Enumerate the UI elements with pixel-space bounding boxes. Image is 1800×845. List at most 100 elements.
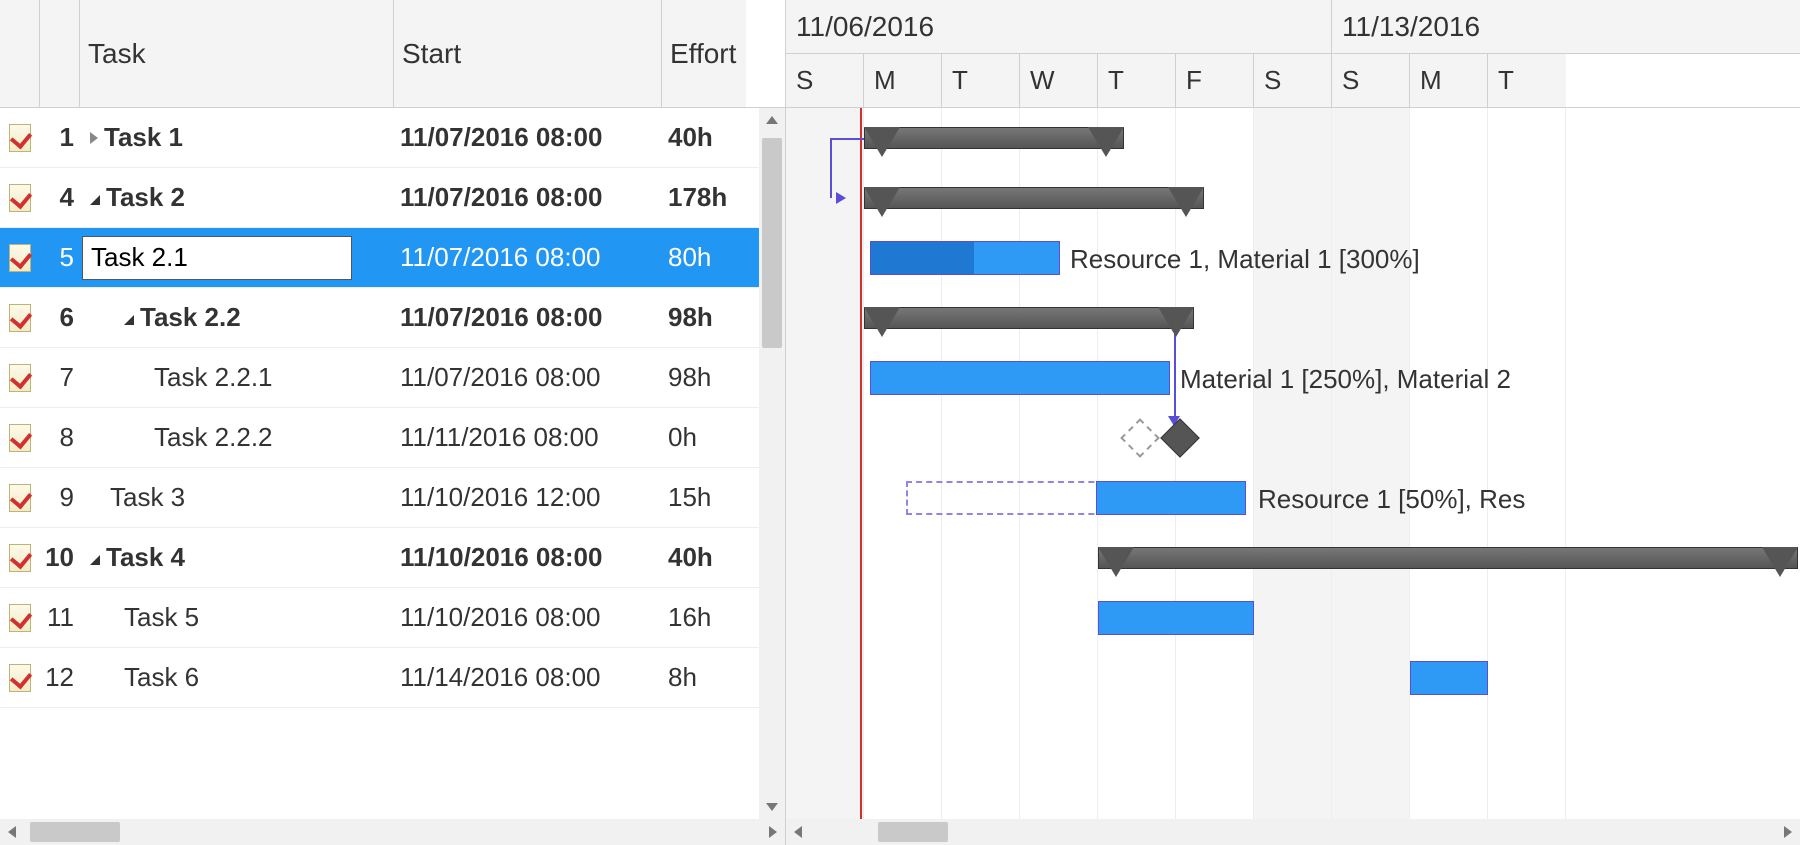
day-header[interactable]: S [1254,54,1332,107]
task-icon [9,364,31,392]
start-cell[interactable]: 11/10/2016 08:00 [394,602,662,633]
task-name: Task 3 [110,482,185,513]
scroll-up-icon[interactable] [759,108,785,132]
task-icon [9,484,31,512]
summary-bar[interactable] [864,307,1194,329]
scroll-right-icon[interactable] [1776,819,1800,845]
start-cell[interactable]: 11/07/2016 08:00 [394,242,662,273]
row-number: 11 [40,602,80,633]
day-header[interactable]: F [1176,54,1254,107]
table-row[interactable]: 12 Task 6 11/14/2016 08:00 8h [0,648,785,708]
day-header[interactable]: M [1410,54,1488,107]
day-header[interactable]: T [1488,54,1566,107]
task-icon [9,424,31,452]
start-cell[interactable]: 11/10/2016 12:00 [394,482,662,513]
col-header-task[interactable]: Task [80,0,394,107]
start-cell[interactable]: 11/14/2016 08:00 [394,662,662,693]
day-header[interactable]: S [1332,54,1410,107]
summary-bar[interactable] [864,127,1124,149]
col-header-icon[interactable] [0,0,40,107]
col-header-index[interactable] [40,0,80,107]
task-name: Task 1 [104,122,183,153]
task-name-editor[interactable] [82,236,352,280]
day-header[interactable]: T [1098,54,1176,107]
start-cell[interactable]: 11/07/2016 08:00 [394,122,662,153]
collapse-icon[interactable] [90,195,100,205]
effort-cell[interactable]: 15h [662,482,746,513]
task-bar-label: Resource 1 [50%], Res [1258,484,1525,515]
scroll-right-icon[interactable] [761,819,785,845]
table-row[interactable]: 9 Task 3 11/10/2016 12:00 15h [0,468,785,528]
effort-cell[interactable]: 8h [662,662,746,693]
expand-icon[interactable] [90,132,98,144]
task-icon [9,604,31,632]
task-icon [9,304,31,332]
scroll-thumb[interactable] [30,822,120,842]
start-cell[interactable]: 11/07/2016 08:00 [394,182,662,213]
task-bar[interactable] [1096,481,1246,515]
effort-cell[interactable]: 0h [662,422,746,453]
task-bar[interactable] [1098,601,1254,635]
table-row[interactable]: 10 Task 4 11/10/2016 08:00 40h [0,528,785,588]
day-header[interactable]: S [786,54,864,107]
effort-cell[interactable]: 98h [662,362,746,393]
task-bar[interactable] [870,361,1170,395]
scroll-down-icon[interactable] [759,795,785,819]
task-bar[interactable] [870,241,1060,275]
scroll-thumb[interactable] [762,138,782,348]
task-bar[interactable] [1410,661,1488,695]
row-number: 6 [40,302,80,333]
summary-bar[interactable] [864,187,1204,209]
table-row[interactable]: 11 Task 5 11/10/2016 08:00 16h [0,588,785,648]
scroll-left-icon[interactable] [0,819,24,845]
task-icon [9,664,31,692]
effort-cell[interactable]: 98h [662,302,746,333]
day-header[interactable]: M [864,54,942,107]
table-row[interactable]: 4 Task 2 11/07/2016 08:00 178h [0,168,785,228]
horizontal-scrollbar-left[interactable] [0,819,785,845]
scroll-thumb[interactable] [878,822,948,842]
task-name: Task 2.2 [140,302,241,333]
effort-cell[interactable]: 16h [662,602,746,633]
row-number: 9 [40,482,80,513]
row-number: 10 [40,542,80,573]
day-header[interactable]: T [942,54,1020,107]
effort-cell[interactable]: 80h [662,242,746,273]
start-cell[interactable]: 11/07/2016 08:00 [394,302,662,333]
week-header[interactable]: 11/06/2016 [786,0,1332,53]
start-cell[interactable]: 11/11/2016 08:00 [394,422,662,453]
table-row[interactable]: 1 Task 1 11/07/2016 08:00 40h [0,108,785,168]
collapse-icon[interactable] [90,555,100,565]
task-icon [9,124,31,152]
summary-bar[interactable] [1098,547,1798,569]
effort-cell[interactable]: 40h [662,122,746,153]
effort-cell[interactable]: 178h [662,182,746,213]
grid-body: 1 Task 1 11/07/2016 08:00 40h 4 Task 2 1… [0,108,785,819]
row-number: 4 [40,182,80,213]
grid-header: Task Start Effort [0,0,785,108]
task-name: Task 2.2.1 [154,362,273,393]
table-row[interactable]: 8 Task 2.2.2 11/11/2016 08:00 0h [0,408,785,468]
table-row[interactable]: 6 Task 2.2 11/07/2016 08:00 98h [0,288,785,348]
week-header[interactable]: 11/13/2016 [1332,0,1800,53]
col-header-start[interactable]: Start [394,0,662,107]
col-header-effort[interactable]: Effort [662,0,746,107]
task-bar-label: Resource 1, Material 1 [300%] [1070,244,1420,275]
task-name: Task 5 [124,602,199,633]
gantt-body[interactable]: Resource 1, Material 1 [300%] Material 1… [786,108,1800,819]
gantt-chart: 11/06/2016 11/13/2016 S M T W T F S S M … [786,0,1800,845]
start-cell[interactable]: 11/10/2016 08:00 [394,542,662,573]
task-icon [9,244,31,272]
table-row-selected[interactable]: 5 11/07/2016 08:00 80h [0,228,785,288]
timeline-header: 11/06/2016 11/13/2016 S M T W T F S S M … [786,0,1800,108]
horizontal-scrollbar-right[interactable] [786,819,1800,845]
vertical-scrollbar[interactable] [759,108,785,819]
collapse-icon[interactable] [124,315,134,325]
milestone-icon[interactable] [1160,418,1200,458]
start-cell[interactable]: 11/07/2016 08:00 [394,362,662,393]
task-name: Task 6 [124,662,199,693]
day-header[interactable]: W [1020,54,1098,107]
scroll-left-icon[interactable] [786,819,810,845]
effort-cell[interactable]: 40h [662,542,746,573]
table-row[interactable]: 7 Task 2.2.1 11/07/2016 08:00 98h [0,348,785,408]
